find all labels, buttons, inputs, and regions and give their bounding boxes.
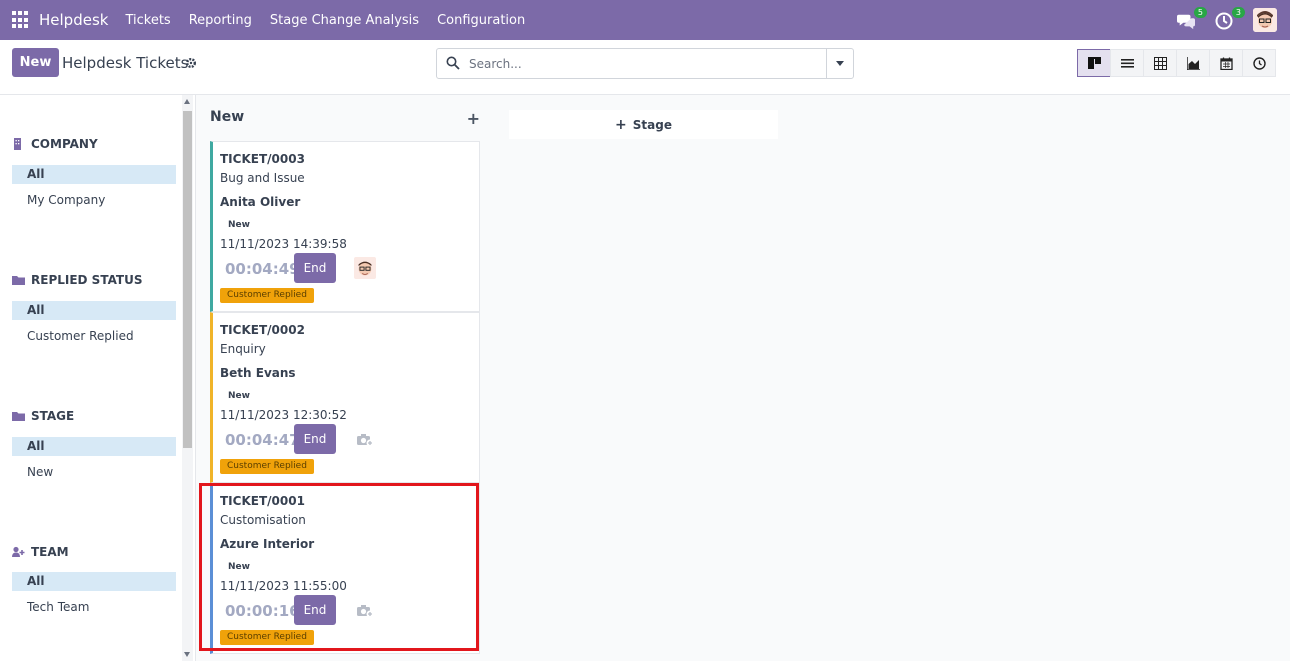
gear-icon[interactable] <box>185 57 197 69</box>
filter-company-my-company[interactable]: My Company <box>12 191 176 210</box>
top-navbar: Helpdesk Tickets Reporting Stage Change … <box>0 0 1290 40</box>
ticket-timer: 00:04:49 <box>225 260 300 278</box>
filter-team-all[interactable]: All <box>12 572 176 591</box>
pivot-table-icon <box>1153 56 1167 70</box>
kanban-column-new: New + TICKET/0003 Bug and Issue Anita Ol… <box>210 95 480 661</box>
filter-section-replied-status: REPLIED STATUS All Customer Replied <box>12 272 176 346</box>
search-options-toggle[interactable] <box>826 49 853 78</box>
quick-create-plus-icon[interactable]: + <box>467 109 480 128</box>
filter-section-company: COMPANY All My Company <box>12 136 176 210</box>
search-panel-sidebar: COMPANY All My Company REPLIED STATUS Al… <box>0 95 196 661</box>
section-title: TEAM <box>31 545 69 559</box>
ticket-datetime: 11/11/2023 14:39:58 <box>220 237 347 251</box>
plus-icon: + <box>615 116 627 133</box>
kanban-icon <box>1087 56 1101 69</box>
messages-badge: 5 <box>1193 7 1207 18</box>
calendar-icon <box>1219 57 1233 70</box>
unassigned-user-icon[interactable] <box>356 604 374 618</box>
scroll-thumb[interactable] <box>183 111 192 448</box>
graph-view-button[interactable] <box>1176 49 1210 77</box>
unassigned-user-icon[interactable] <box>356 433 374 447</box>
ticket-card[interactable]: TICKET/0002 Enquiry Beth Evans New 11/11… <box>210 312 480 483</box>
ticket-customer: Anita Oliver <box>220 195 301 209</box>
messages-icon[interactable]: 5 <box>1177 7 1207 30</box>
ticket-number: TICKET/0001 <box>220 494 305 508</box>
section-title: REPLIED STATUS <box>31 273 143 287</box>
area-chart-icon <box>1186 56 1200 70</box>
customer-replied-tag: Customer Replied <box>220 288 314 303</box>
filter-team-tech-team[interactable]: Tech Team <box>12 598 176 617</box>
search-input[interactable] <box>469 49 825 78</box>
kanban-view-button[interactable] <box>1077 49 1111 77</box>
ticket-type: Customisation <box>220 513 306 527</box>
ticket-card[interactable]: TICKET/0003 Bug and Issue Anita Oliver N… <box>210 141 480 312</box>
menu-stage-change-analysis[interactable]: Stage Change Analysis <box>270 13 419 28</box>
activities-clock-icon[interactable]: 3 <box>1215 7 1245 30</box>
assignee-avatar[interactable] <box>354 257 376 279</box>
ticket-stage: New <box>228 391 250 401</box>
column-title[interactable]: New <box>210 109 244 125</box>
section-title: COMPANY <box>31 137 98 151</box>
customer-replied-tag: Customer Replied <box>220 630 314 645</box>
end-timer-button[interactable]: End <box>294 253 336 283</box>
menu-reporting[interactable]: Reporting <box>189 13 252 28</box>
list-view-button[interactable] <box>1110 49 1144 77</box>
app-brand[interactable]: Helpdesk <box>39 11 108 29</box>
section-title: STAGE <box>31 409 75 423</box>
ticket-number: TICKET/0003 <box>220 152 305 166</box>
list-icon <box>1120 58 1134 68</box>
filter-section-team: TEAM All Tech Team <box>12 544 176 617</box>
caret-down-icon <box>836 61 844 66</box>
ticket-type: Enquiry <box>220 342 266 356</box>
filter-stage-new[interactable]: New <box>12 463 176 482</box>
users-icon <box>12 546 25 557</box>
ticket-type: Bug and Issue <box>220 171 305 185</box>
menu-tickets[interactable]: Tickets <box>125 13 170 28</box>
end-timer-button[interactable]: End <box>294 424 336 454</box>
add-stage-label: Stage <box>632 117 672 132</box>
search-bar <box>436 48 854 79</box>
ticket-stage: New <box>228 220 250 230</box>
new-ticket-button[interactable]: New <box>12 48 59 77</box>
end-timer-button[interactable]: End <box>294 595 336 625</box>
ticket-datetime: 11/11/2023 11:55:00 <box>220 579 347 593</box>
ticket-card[interactable]: TICKET/0001 Customisation Azure Interior… <box>210 483 480 654</box>
search-icon <box>446 56 460 70</box>
ticket-customer: Beth Evans <box>220 366 296 380</box>
customer-replied-tag: Customer Replied <box>220 459 314 474</box>
scroll-down-arrow-icon[interactable] <box>184 652 190 657</box>
page-title[interactable]: Helpdesk Tickets <box>62 54 188 72</box>
folder-icon <box>12 412 25 421</box>
apps-menu-icon[interactable] <box>12 11 30 29</box>
ticket-number: TICKET/0002 <box>220 323 305 337</box>
ticket-timer: 00:04:47 <box>225 431 300 449</box>
clock-icon <box>1252 56 1266 70</box>
ticket-datetime: 11/11/2023 12:30:52 <box>220 408 347 422</box>
filter-replied-all[interactable]: All <box>12 301 176 320</box>
pivot-view-button[interactable] <box>1143 49 1177 77</box>
activities-badge: 3 <box>1231 7 1245 18</box>
filter-section-stage: STAGE All New <box>12 408 176 482</box>
sidebar-scrollbar[interactable] <box>182 95 193 661</box>
user-avatar[interactable] <box>1253 8 1277 32</box>
view-switcher <box>1077 49 1276 77</box>
calendar-view-button[interactable] <box>1209 49 1243 77</box>
scroll-up-arrow-icon[interactable] <box>184 99 190 104</box>
menu-configuration[interactable]: Configuration <box>437 13 525 28</box>
control-panel: New Helpdesk Tickets <box>0 40 1290 95</box>
ticket-stage: New <box>228 562 250 572</box>
building-icon <box>14 138 21 150</box>
activity-view-button[interactable] <box>1242 49 1276 77</box>
add-stage-button[interactable]: + Stage <box>509 110 778 139</box>
filter-replied-customer-replied[interactable]: Customer Replied <box>12 327 176 346</box>
filter-stage-all[interactable]: All <box>12 437 176 456</box>
ticket-customer: Azure Interior <box>220 537 315 551</box>
ticket-timer: 00:00:16 <box>225 602 300 620</box>
filter-company-all[interactable]: All <box>12 165 176 184</box>
folder-icon <box>12 276 25 285</box>
